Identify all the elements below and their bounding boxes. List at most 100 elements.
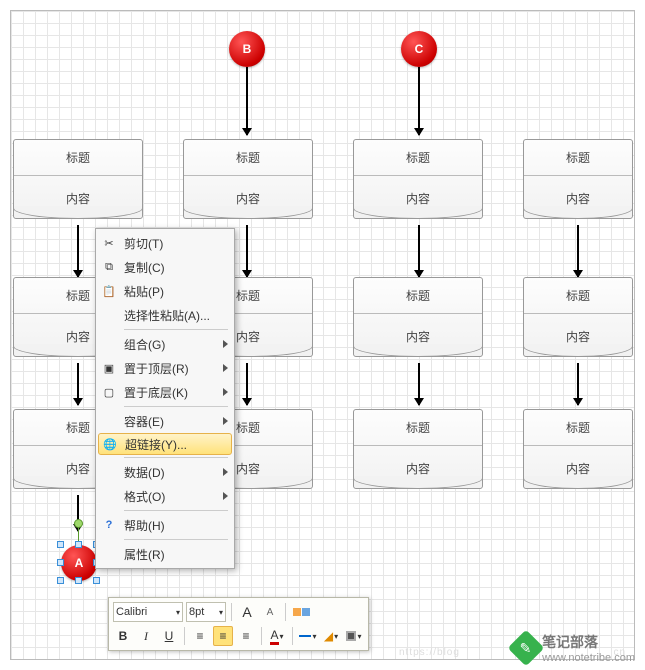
menu-item-properties[interactable]: 属性(R) (98, 542, 232, 566)
menu-item-paste-special[interactable]: 选择性粘贴(A)... (98, 303, 232, 327)
node-content: 内容 (354, 446, 482, 490)
flow-node[interactable]: 标题 内容 (523, 139, 633, 219)
menu-item-format[interactable]: 格式(O) (98, 484, 232, 508)
circle-label: C (415, 42, 424, 56)
font-family-select[interactable]: Calibri▾ (113, 602, 183, 622)
align-left-icon: ≡ (196, 629, 203, 643)
menu-item-group[interactable]: 组合(G) (98, 332, 232, 356)
menu-item-cut[interactable]: ✂ 剪切(T) (98, 231, 232, 255)
shape-circle-b[interactable]: B (229, 31, 265, 67)
toolbar-separator (292, 627, 293, 645)
align-right-button[interactable]: ≡ (236, 626, 256, 646)
toolbar-separator (184, 627, 185, 645)
send-back-icon: ▢ (100, 383, 118, 401)
blank-icon (100, 545, 118, 563)
blank-icon (100, 335, 118, 353)
font-color-button[interactable]: A▾ (267, 626, 287, 646)
connector-arrow[interactable] (418, 225, 420, 277)
menu-label: 置于顶层(R) (124, 360, 223, 377)
chevron-down-icon: ▾ (312, 632, 316, 641)
blank-icon (100, 487, 118, 505)
flow-node[interactable]: 标题 内容 (13, 139, 143, 219)
menu-label: 属性(R) (124, 546, 228, 563)
shape-circle-a-selected[interactable]: A (61, 545, 97, 581)
menu-item-send-back[interactable]: ▢ 置于底层(K) (98, 380, 232, 404)
menu-separator (124, 329, 228, 330)
connector-arrow[interactable] (77, 225, 79, 277)
node-content: 内容 (354, 176, 482, 220)
menu-label: 置于底层(K) (124, 384, 223, 401)
connector-arrow[interactable] (246, 67, 248, 135)
align-left-button[interactable]: ≡ (190, 626, 210, 646)
align-center-icon: ≡ (219, 629, 226, 643)
font-size-value: 8pt (189, 606, 204, 618)
rotate-handle-icon[interactable] (74, 519, 83, 528)
underline-button[interactable]: U (159, 626, 179, 646)
connector-arrow[interactable] (577, 225, 579, 277)
connector-arrow[interactable] (418, 67, 420, 135)
chevron-down-icon: ▾ (176, 608, 180, 617)
watermark-logo-icon: ✎ (508, 630, 545, 667)
connector-arrow[interactable] (418, 363, 420, 405)
submenu-arrow-icon (223, 340, 228, 348)
align-center-button[interactable]: ≡ (213, 626, 233, 646)
bring-front-icon: ▣ (100, 359, 118, 377)
shrink-font-button[interactable]: A (260, 602, 280, 622)
menu-item-container[interactable]: 容器(E) (98, 409, 232, 433)
menu-label: 容器(E) (124, 413, 223, 430)
hyperlink-icon: 🌐 (101, 435, 119, 453)
selection-handle[interactable] (57, 559, 64, 566)
node-content: 内容 (524, 176, 632, 220)
menu-item-data[interactable]: 数据(D) (98, 460, 232, 484)
flow-node[interactable]: 标题 内容 (353, 277, 483, 357)
shadow-button[interactable]: ▾ (344, 626, 364, 646)
grow-font-button[interactable]: A (237, 602, 257, 622)
connector-arrow[interactable] (577, 363, 579, 405)
italic-button[interactable]: I (136, 626, 156, 646)
copy-icon: ⧉ (100, 258, 118, 276)
menu-label: 剪切(T) (124, 235, 228, 252)
flow-node[interactable]: 标题 内容 (183, 139, 313, 219)
chevron-down-icon: ▾ (219, 608, 223, 617)
shadow-icon (346, 631, 356, 641)
menu-item-hyperlink[interactable]: 🌐 超链接(Y)... (98, 433, 232, 455)
menu-label: 超链接(Y)... (125, 436, 227, 453)
node-title: 标题 (524, 278, 632, 314)
connector-arrow[interactable] (246, 225, 248, 277)
chevron-down-icon: ▾ (334, 632, 338, 641)
toolbar-separator (231, 603, 232, 621)
menu-item-copy[interactable]: ⧉ 复制(C) (98, 255, 232, 279)
menu-item-help[interactable]: ? 帮助(H) (98, 513, 232, 537)
menu-separator (124, 406, 228, 407)
node-title: 标题 (184, 140, 312, 176)
connector-arrow[interactable] (246, 363, 248, 405)
selection-handle[interactable] (57, 541, 64, 548)
selection-handle[interactable] (75, 541, 82, 548)
line-icon (299, 635, 311, 637)
cut-icon: ✂ (100, 234, 118, 252)
italic-icon: I (144, 629, 148, 644)
shape-circle-c[interactable]: C (401, 31, 437, 67)
bold-button[interactable]: B (113, 626, 133, 646)
styles-button[interactable] (291, 602, 311, 622)
flow-node[interactable]: 标题 内容 (523, 409, 633, 489)
circle-label: A (75, 556, 84, 570)
node-content: 内容 (14, 176, 142, 220)
menu-separator (124, 539, 228, 540)
fill-color-button[interactable]: ◢▾ (321, 626, 341, 646)
menu-item-paste[interactable]: 📋 粘贴(P) (98, 279, 232, 303)
selection-handle[interactable] (75, 577, 82, 584)
submenu-arrow-icon (223, 468, 228, 476)
font-color-icon: A (270, 628, 278, 645)
flow-node[interactable]: 标题 内容 (353, 409, 483, 489)
chevron-down-icon: ▾ (357, 632, 361, 641)
font-size-select[interactable]: 8pt ▾ (186, 602, 226, 622)
selection-handle[interactable] (93, 577, 100, 584)
flow-node[interactable]: 标题 内容 (523, 277, 633, 357)
connector-arrow[interactable] (77, 363, 79, 405)
line-color-button[interactable]: ▾ (298, 626, 318, 646)
flow-node[interactable]: 标题 内容 (353, 139, 483, 219)
menu-item-bring-front[interactable]: ▣ 置于顶层(R) (98, 356, 232, 380)
node-content: 内容 (184, 176, 312, 220)
selection-handle[interactable] (57, 577, 64, 584)
